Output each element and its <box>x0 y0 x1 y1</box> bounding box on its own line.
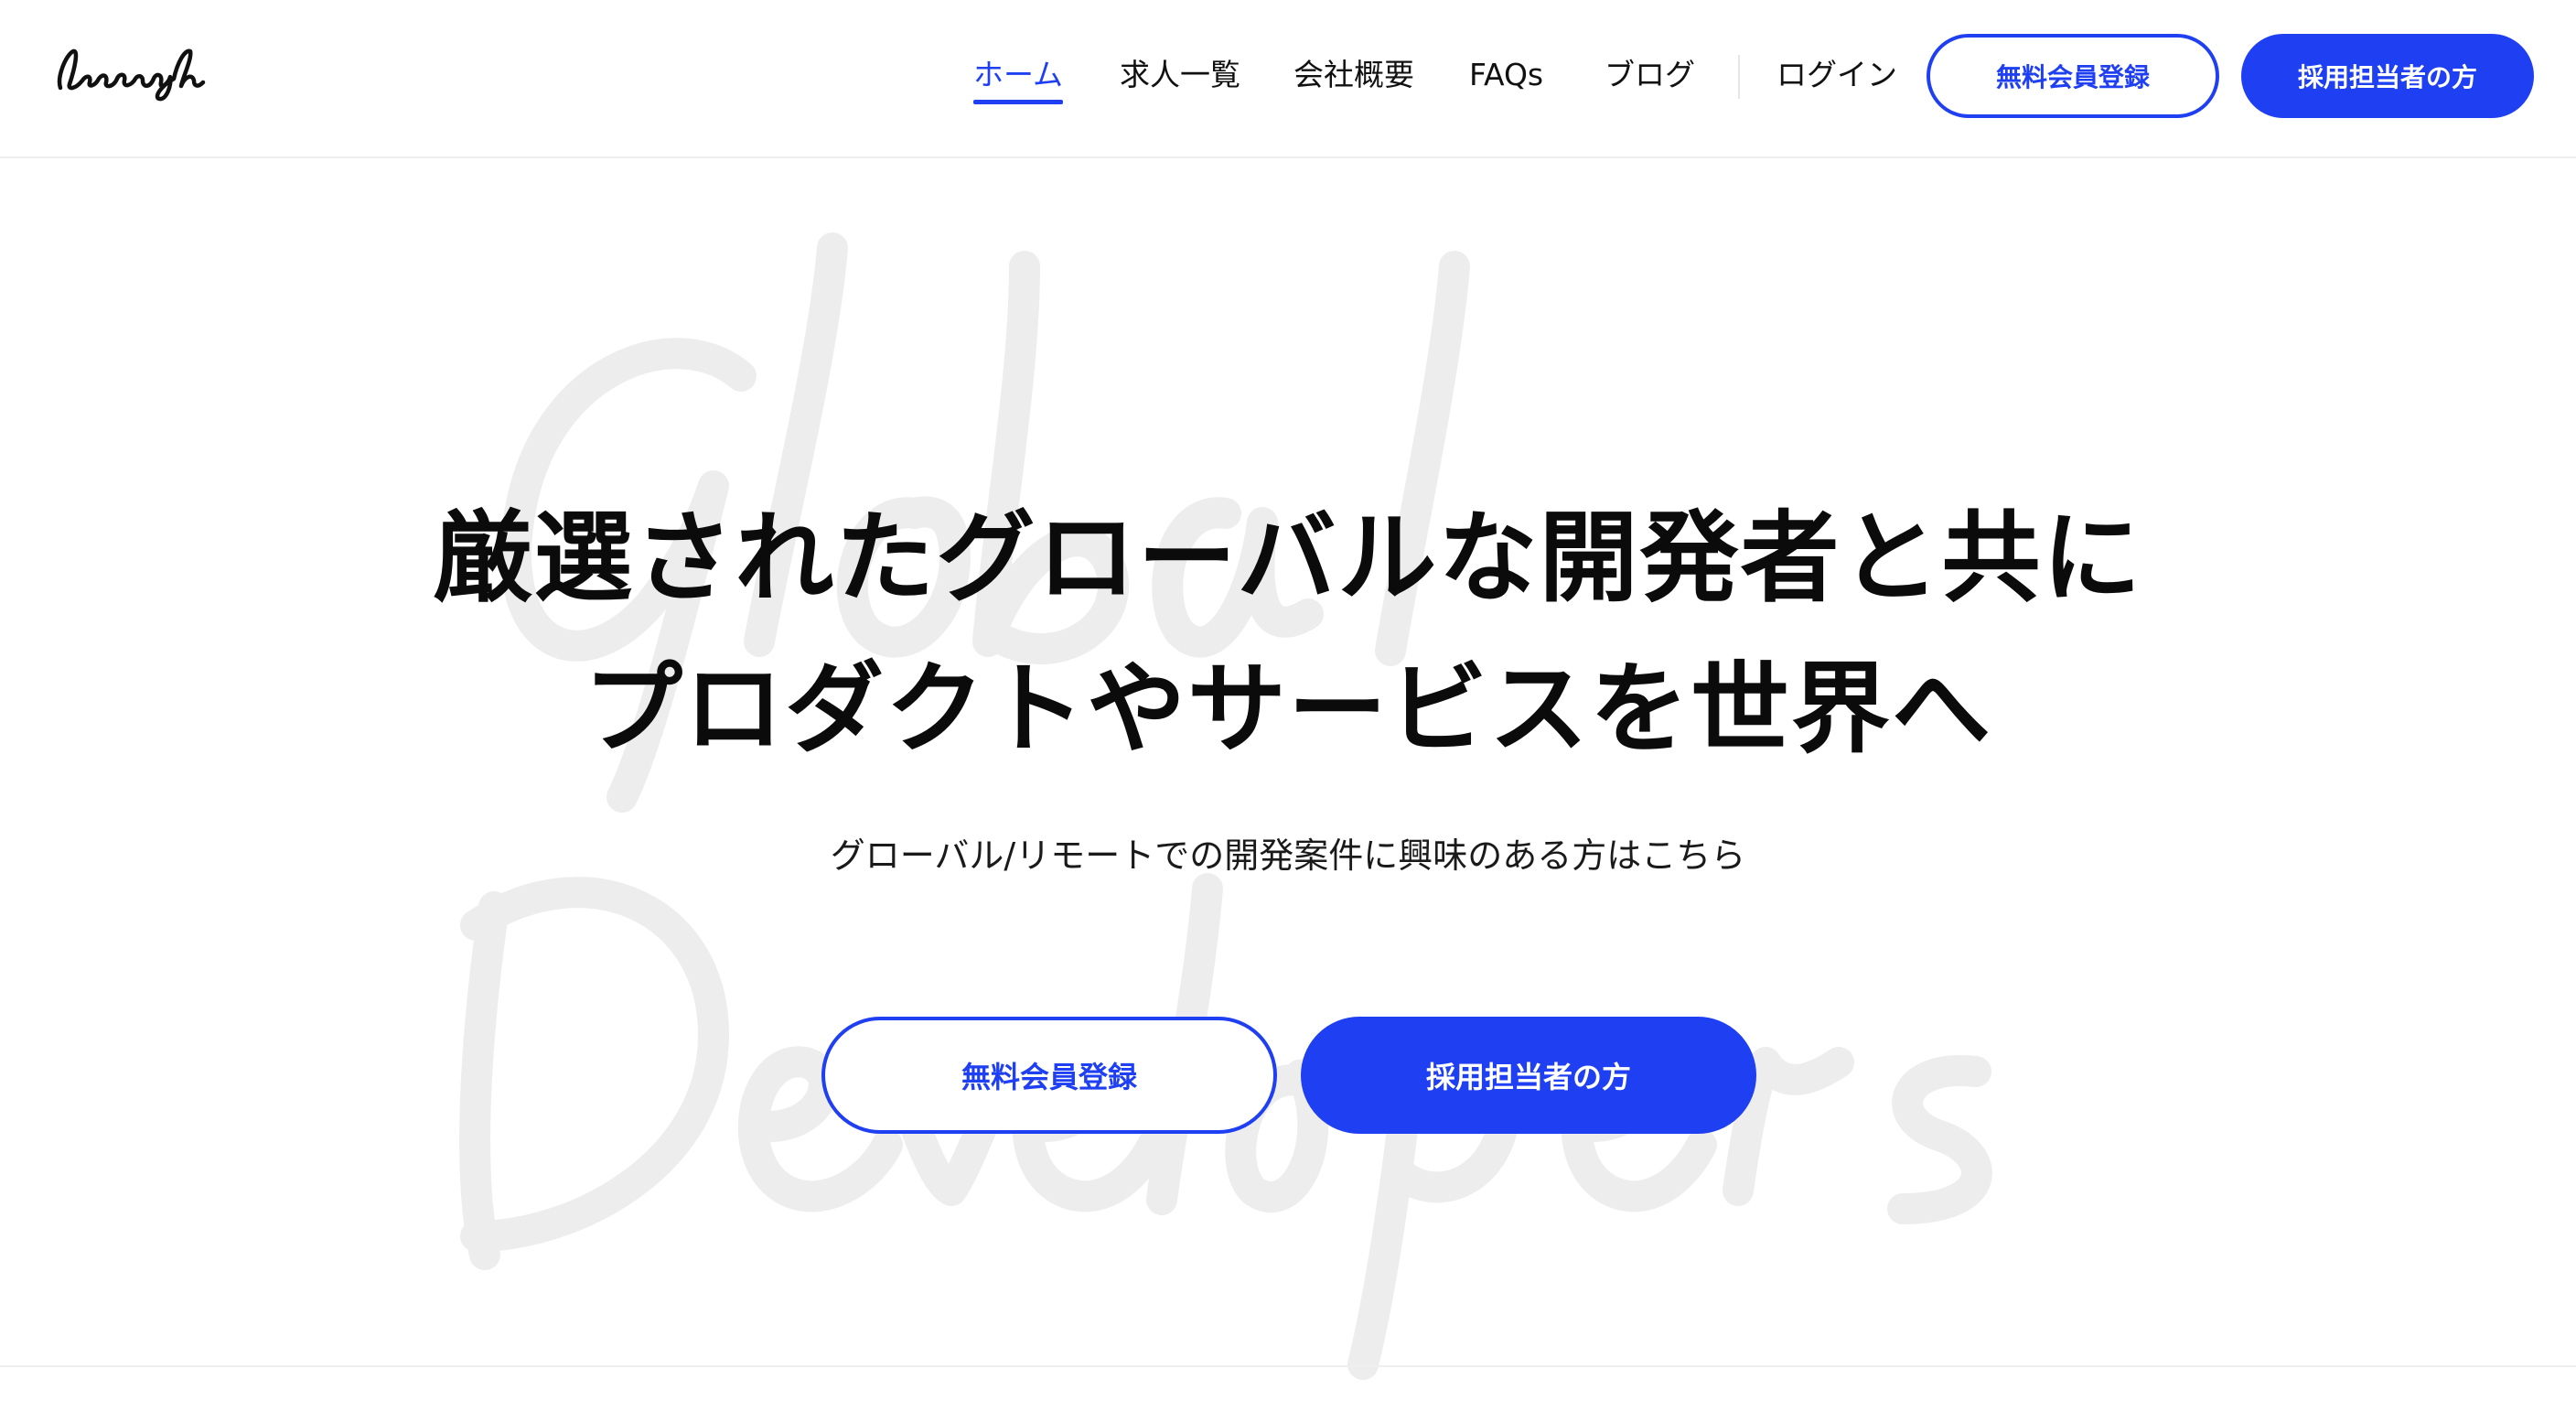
nav-home-label: ホーム <box>973 57 1064 92</box>
script-watermark-art <box>459 232 1992 1380</box>
hero-register-label: 無料会員登録 <box>961 1060 1137 1094</box>
nav-login-label: ログイン <box>1776 57 1897 92</box>
nav-active-underline <box>973 100 1064 104</box>
nav-faqs[interactable]: FAQs <box>1469 53 1543 97</box>
hero-register-button[interactable]: 無料会員登録 <box>821 1017 1277 1134</box>
nav-jobs[interactable]: 求人一覧 <box>1120 53 1240 97</box>
hero-headline-line-2: プロダクトやサービスを世界へ <box>583 652 1992 767</box>
site-header: ホーム 求人一覧 会社概要 FAQs ブログ ログイン 無料会員登録 採用担当者… <box>0 0 2576 158</box>
hero-employer-button[interactable]: 採用担当者の方 <box>1301 1017 1756 1134</box>
nav-blog[interactable]: ブログ <box>1605 53 1695 97</box>
logo-script <box>57 48 206 102</box>
nav-faqs-label: FAQs <box>1469 57 1544 92</box>
header-employer-label: 採用担当者の方 <box>2297 62 2477 92</box>
nav-login[interactable]: ログイン <box>1776 53 1897 97</box>
hero-headline-line-1: 厳選されたグローバルな開発者と共に <box>433 501 2143 616</box>
nav-company[interactable]: 会社概要 <box>1293 53 1414 97</box>
nav-divider <box>1738 55 1740 99</box>
nav-company-label: 会社概要 <box>1293 57 1414 92</box>
nav-home[interactable]: ホーム <box>973 53 1064 104</box>
logo[interactable] <box>48 40 209 104</box>
nav-blog-label: ブログ <box>1605 57 1695 92</box>
hero-section: 厳選されたグローバルな開発者と共に プロダクトやサービスを世界へ グローバル/リ… <box>0 156 2576 1380</box>
hero-subheadline: グローバル/リモートでの開発案件に興味のある方はこちら <box>830 835 1746 876</box>
hero-employer-label: 採用担当者の方 <box>1425 1060 1631 1094</box>
header-register-button[interactable]: 無料会員登録 <box>1927 34 2219 118</box>
header-employer-button[interactable]: 採用担当者の方 <box>2241 34 2534 118</box>
background-script-watermark <box>439 211 2159 1401</box>
header-register-label: 無料会員登録 <box>1995 62 2150 92</box>
nav-jobs-label: 求人一覧 <box>1120 57 1240 92</box>
section-divider <box>0 1365 2576 1367</box>
